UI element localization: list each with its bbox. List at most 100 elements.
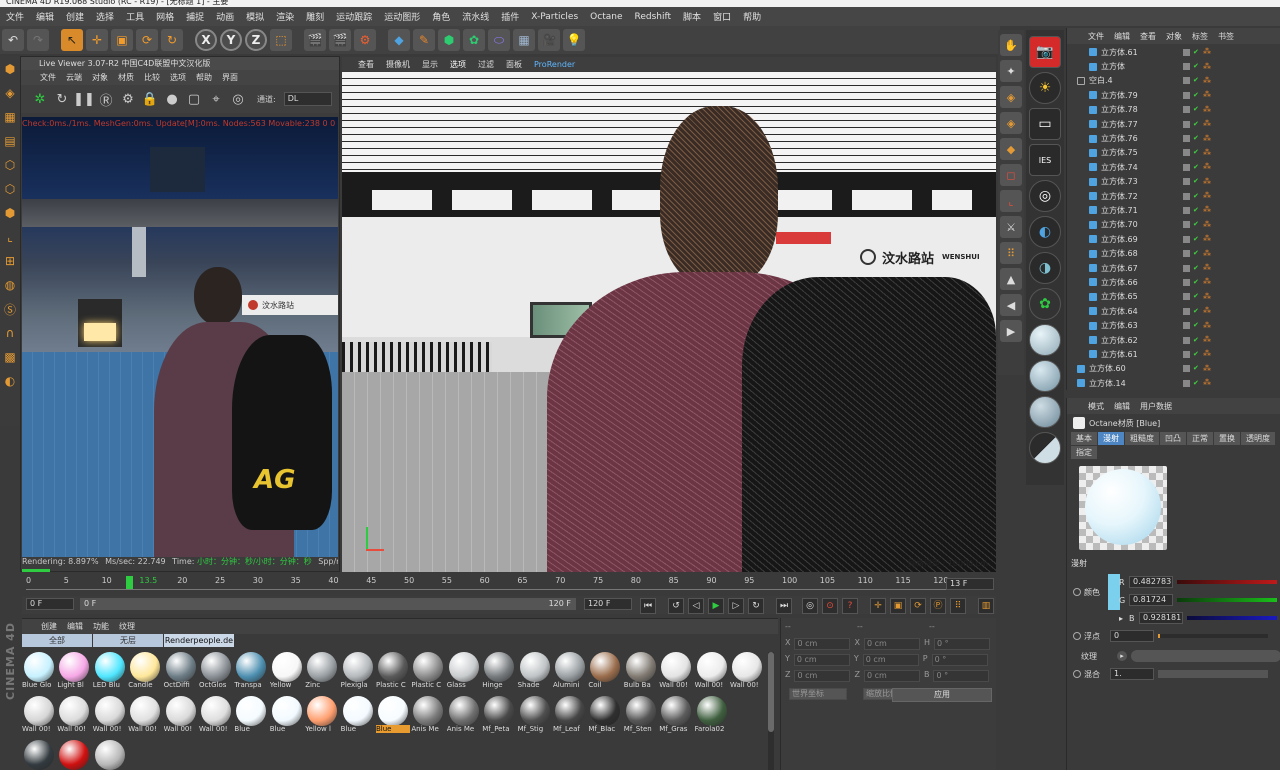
brush-icon[interactable]: ✦ bbox=[1000, 60, 1022, 82]
material-swatch[interactable]: Blue bbox=[270, 695, 304, 733]
material-swatch[interactable]: Wall 00! bbox=[199, 695, 233, 733]
material-swatch[interactable]: Hinge bbox=[482, 651, 516, 689]
x-axis-lock-button[interactable]: X bbox=[195, 29, 217, 51]
layer-icon[interactable] bbox=[1183, 178, 1190, 186]
material-swatch[interactable]: Yellow l bbox=[305, 695, 339, 733]
goto-start-icon[interactable]: ⏮ bbox=[640, 598, 656, 614]
lock-workplane-icon[interactable]: ◐ bbox=[2, 370, 18, 392]
octane-targetlight-icon[interactable]: ◎ bbox=[1029, 180, 1061, 212]
material-layer-tab[interactable]: Renderpeople.de bbox=[164, 634, 234, 647]
menu-item[interactable]: Redshift bbox=[629, 12, 678, 22]
workplane-icon[interactable]: ▤ bbox=[2, 130, 18, 152]
layer-icon[interactable] bbox=[1183, 163, 1190, 171]
points-mode-icon[interactable]: ⬡ bbox=[2, 154, 18, 176]
render-region-icon[interactable]: ◻ bbox=[1000, 164, 1022, 186]
arrow-up-icon[interactable]: ▲ bbox=[1000, 268, 1022, 290]
material-swatch[interactable] bbox=[22, 739, 56, 770]
viewport-menu-item[interactable]: 摄像机 bbox=[380, 59, 416, 70]
playhead-marker[interactable] bbox=[126, 576, 133, 589]
visibility-check-icon[interactable]: ✔ bbox=[1193, 149, 1200, 156]
layer-icon[interactable] bbox=[1183, 48, 1190, 56]
undo-icon[interactable]: ↶ bbox=[2, 29, 24, 51]
visibility-check-icon[interactable]: ✔ bbox=[1193, 48, 1200, 56]
coord-value-field[interactable]: 0 cm bbox=[863, 638, 920, 650]
layer-icon[interactable] bbox=[1183, 77, 1190, 85]
camera-icon[interactable]: 🎥 bbox=[538, 29, 560, 51]
material-tag-icon[interactable]: ⁂ bbox=[1203, 62, 1211, 71]
liveviewer-menu-item[interactable]: 对象 bbox=[87, 72, 113, 83]
coord-value-field[interactable]: 0 cm bbox=[862, 654, 919, 666]
layer-icon[interactable] bbox=[1183, 63, 1190, 71]
menu-item[interactable]: Octane bbox=[584, 12, 628, 22]
material-menu-item[interactable]: 编辑 bbox=[62, 621, 88, 632]
texture-field[interactable] bbox=[1131, 650, 1280, 662]
material-layer-tab[interactable]: 无层 bbox=[93, 634, 163, 647]
object-row[interactable]: 立方体.65 ✔ ⁂ bbox=[1067, 290, 1280, 304]
visibility-check-icon[interactable]: ✔ bbox=[1193, 293, 1200, 300]
material-swatch[interactable]: Yellow bbox=[270, 651, 304, 689]
material-swatch[interactable]: Candle bbox=[128, 651, 162, 689]
material-swatch[interactable]: OctDiffi bbox=[164, 651, 198, 689]
octane-sphere4-icon[interactable] bbox=[1029, 432, 1061, 464]
attribute-tab[interactable]: 透明度 bbox=[1241, 432, 1275, 445]
deformer-icon[interactable]: ⬭ bbox=[488, 29, 510, 51]
viewport-menu-item[interactable]: 面板 bbox=[500, 59, 528, 70]
material-swatch[interactable]: Anis Me bbox=[411, 695, 445, 733]
goto-end-icon[interactable]: ⏭ bbox=[776, 598, 792, 614]
material-tag-icon[interactable]: ⁂ bbox=[1203, 134, 1211, 143]
key-pla-icon[interactable]: ⠿ bbox=[950, 598, 966, 614]
light-icon[interactable]: 💡 bbox=[563, 29, 585, 51]
visibility-check-icon[interactable]: ✔ bbox=[1193, 264, 1200, 272]
object-row[interactable]: 立方体.14 ✔ ⁂ bbox=[1067, 376, 1280, 390]
object-row[interactable]: 立方体.71 ✔ ⁂ bbox=[1067, 203, 1280, 217]
object-menu-item[interactable]: 书签 bbox=[1213, 31, 1239, 42]
redo-icon[interactable]: ↷ bbox=[27, 29, 49, 51]
material-swatch[interactable]: Shade bbox=[518, 651, 552, 689]
r-value-field[interactable]: 0.482783 bbox=[1129, 576, 1173, 588]
object-row[interactable]: 立方体.60 ✔ ⁂ bbox=[1067, 362, 1280, 376]
material-swatch[interactable]: Blue Glo bbox=[22, 651, 56, 689]
menu-item[interactable]: 文件 bbox=[0, 10, 30, 23]
3d-viewport[interactable]: 汶水路站 WENSHUI 网格间距 : 10000 cm bbox=[342, 72, 996, 572]
viewport-menu-item[interactable]: 查看 bbox=[352, 59, 380, 70]
material-tag-icon[interactable]: ⁂ bbox=[1203, 206, 1211, 214]
object-row[interactable]: 立方体.66 ✔ ⁂ bbox=[1067, 275, 1280, 289]
material-swatch[interactable]: OctGlos bbox=[199, 651, 233, 689]
axis-icon[interactable]: ⌞ bbox=[1000, 190, 1022, 212]
material-swatch[interactable]: Wall 00! bbox=[128, 695, 162, 733]
visibility-check-icon[interactable]: ✔ bbox=[1193, 120, 1200, 128]
material-tag-icon[interactable]: ⁂ bbox=[1203, 163, 1211, 171]
object-row[interactable]: 立方体.79 ✔ ⁂ bbox=[1067, 88, 1280, 102]
octane-cloner-icon[interactable]: ✿ bbox=[1029, 288, 1061, 320]
material-swatch[interactable]: Mf_Leaf bbox=[553, 695, 587, 733]
material-swatch[interactable]: Mf_Peta bbox=[482, 695, 516, 733]
visibility-check-icon[interactable]: ✔ bbox=[1193, 63, 1200, 70]
visibility-check-icon[interactable]: ✔ bbox=[1193, 250, 1200, 257]
material-tag-icon[interactable]: ⁂ bbox=[1203, 336, 1211, 344]
object-menu-item[interactable]: 查看 bbox=[1135, 31, 1161, 42]
liveviewer-menu-item[interactable]: 文件 bbox=[35, 72, 61, 83]
arrow-right-icon[interactable]: ▶ bbox=[1000, 320, 1022, 342]
liveviewer-menu-item[interactable]: 帮助 bbox=[191, 72, 217, 83]
key-position-icon[interactable]: ✛ bbox=[870, 598, 886, 614]
timeline-window-icon[interactable]: ▥ bbox=[978, 598, 994, 614]
viewport-menu-item[interactable]: ProRender bbox=[528, 60, 581, 69]
layer-icon[interactable] bbox=[1183, 235, 1190, 243]
key-rotate-icon[interactable]: ⟳ bbox=[910, 598, 926, 614]
material-swatch[interactable]: Plastic C bbox=[411, 651, 445, 689]
menu-item[interactable]: 插件 bbox=[495, 10, 525, 23]
liveviewer-menu-item[interactable]: 材质 bbox=[113, 72, 139, 83]
visibility-check-icon[interactable]: ✔ bbox=[1193, 91, 1200, 99]
color-radio-icon[interactable] bbox=[1073, 588, 1081, 596]
attribute-tab[interactable]: 粗糙度 bbox=[1125, 432, 1159, 445]
soft-selection-icon[interactable]: Ⓢ bbox=[2, 298, 18, 320]
menu-item[interactable]: 流水线 bbox=[456, 10, 495, 23]
layer-icon[interactable] bbox=[1183, 264, 1190, 272]
visibility-check-icon[interactable]: ✔ bbox=[1193, 365, 1200, 372]
lock-icon[interactable]: 🔒 bbox=[141, 90, 159, 108]
b-slider[interactable] bbox=[1187, 616, 1277, 620]
attribute-menu-item[interactable]: 模式 bbox=[1083, 401, 1109, 412]
object-menu-item[interactable]: 对象 bbox=[1161, 31, 1187, 42]
checker-icon[interactable]: ▩ bbox=[2, 346, 18, 368]
coord-value-field[interactable]: 0 ° bbox=[933, 638, 990, 650]
